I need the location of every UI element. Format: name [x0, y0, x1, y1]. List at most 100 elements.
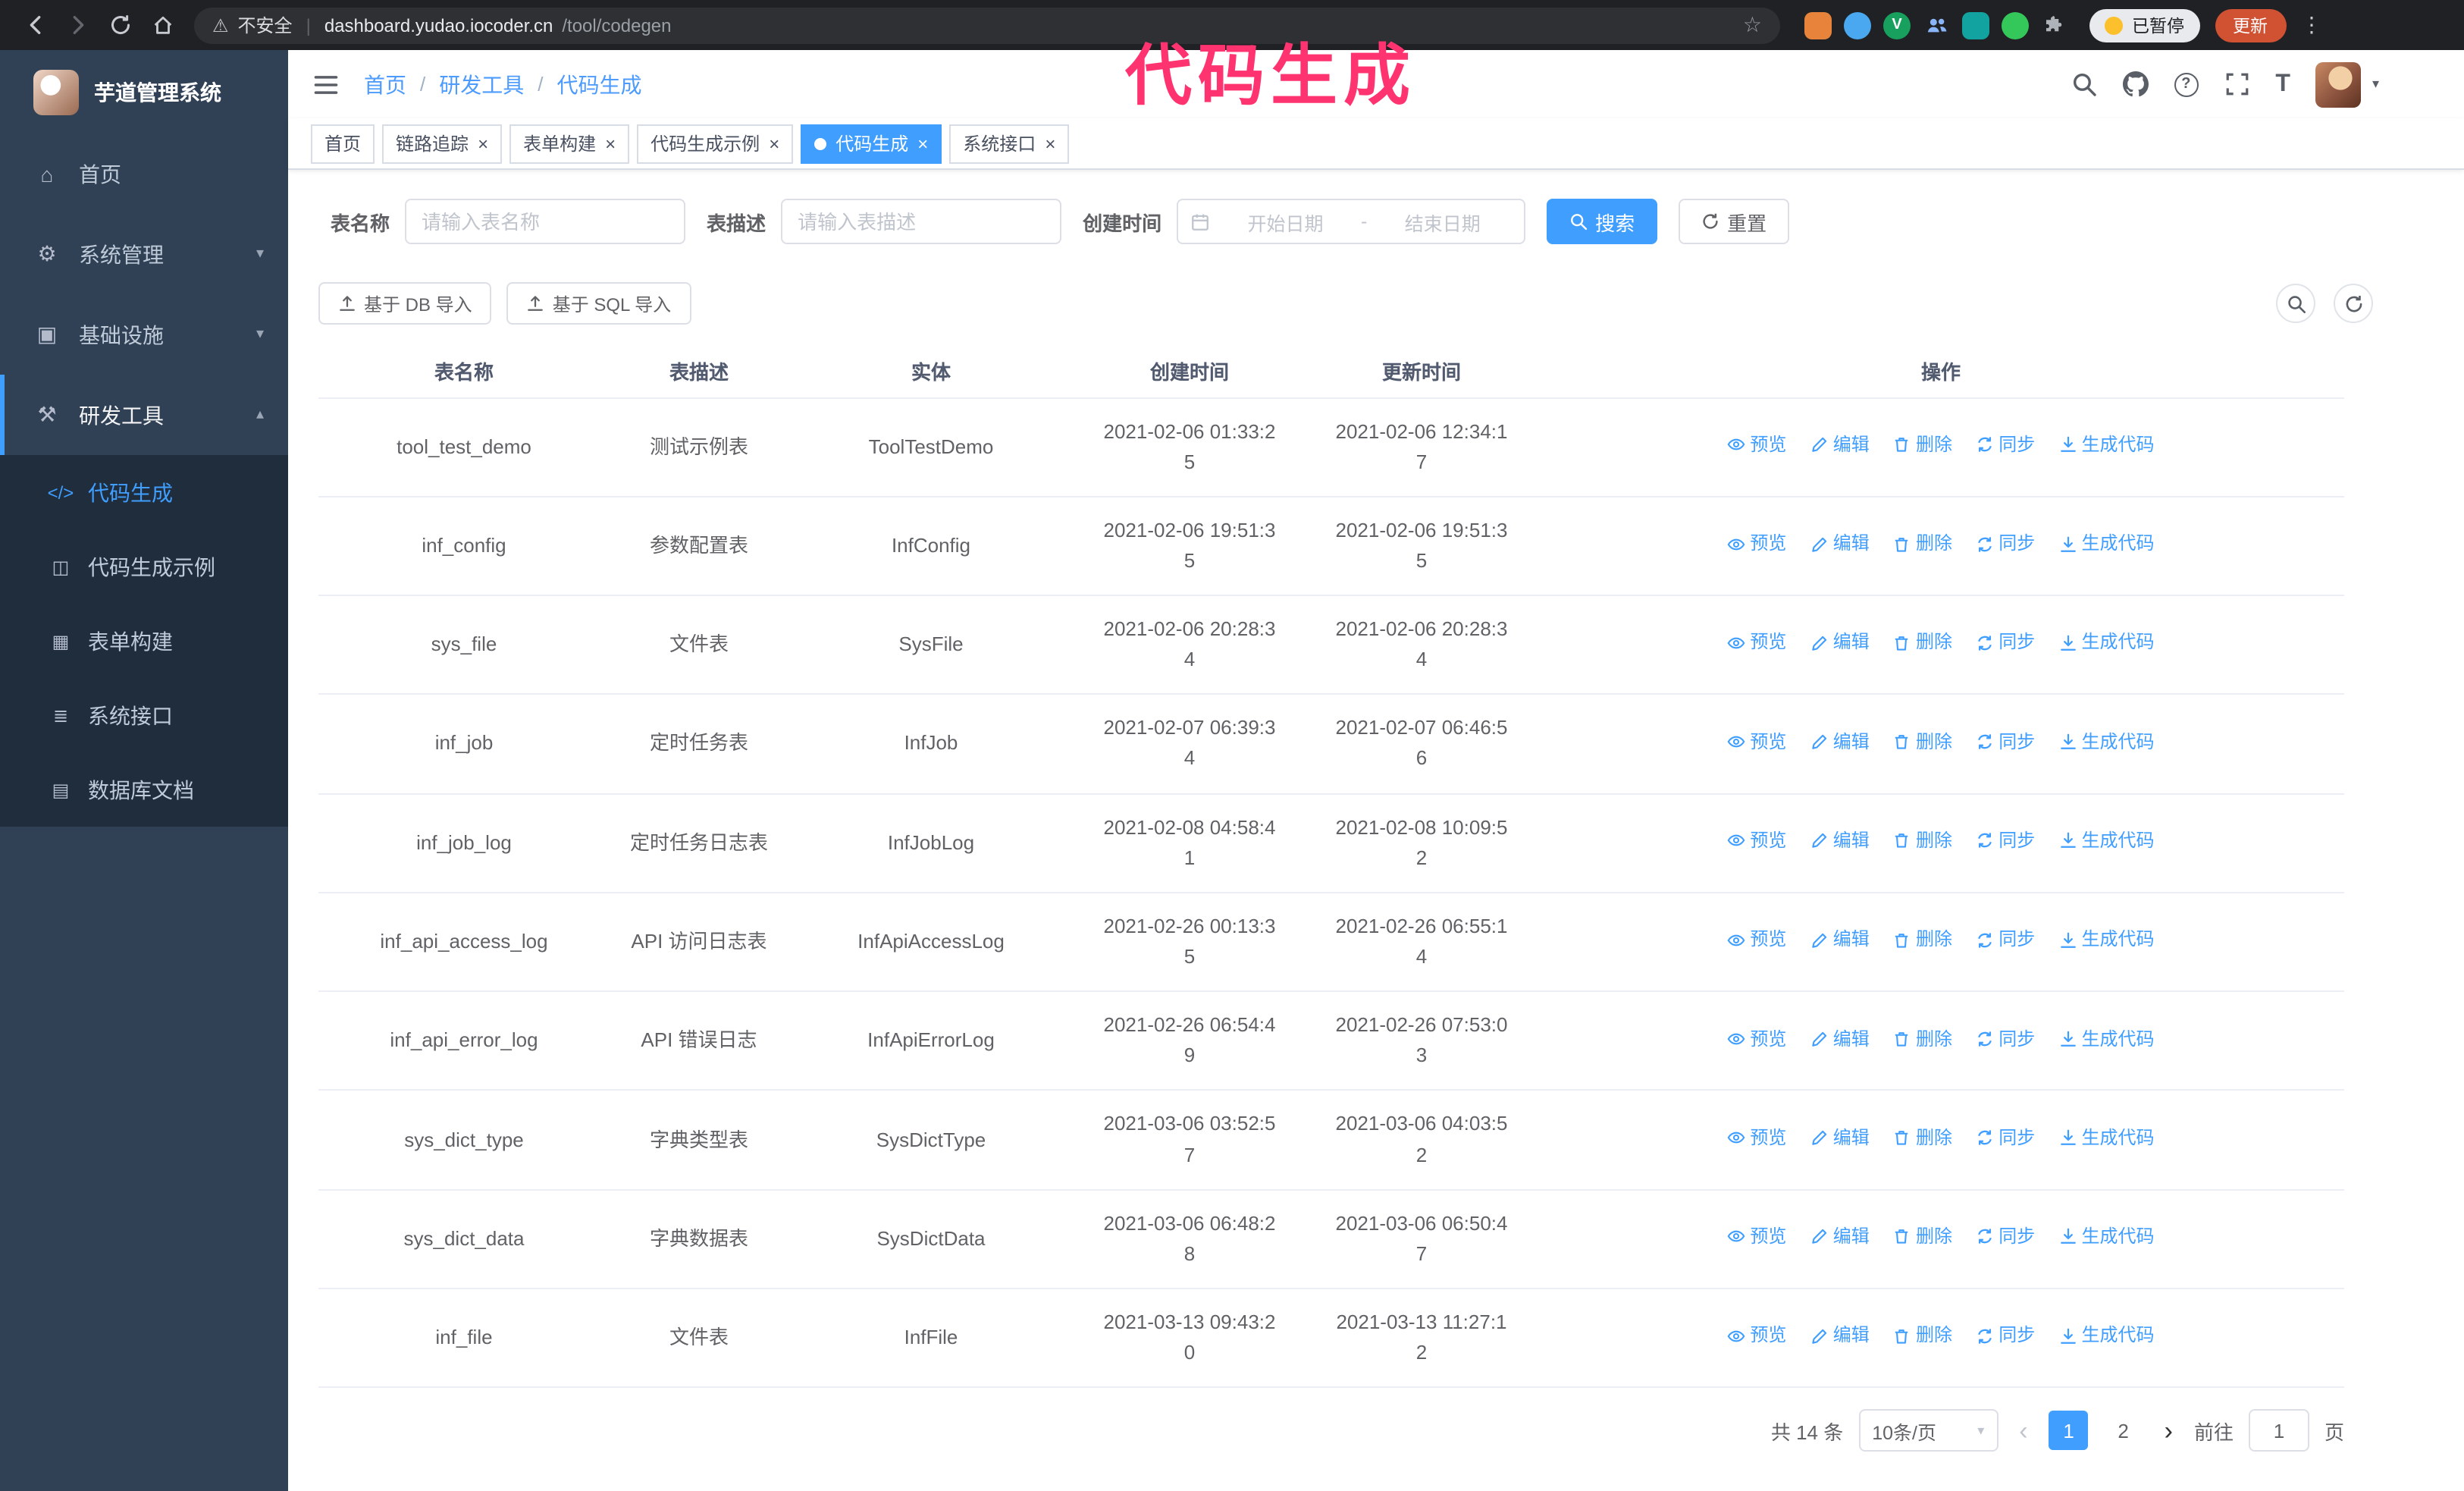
edit-link[interactable]: 编辑: [1810, 629, 1870, 657]
edit-link[interactable]: 编辑: [1810, 431, 1870, 459]
tab-home[interactable]: 首页: [311, 124, 375, 163]
sidebar-item-home[interactable]: ⌂ 首页: [0, 133, 288, 214]
create-time-range-picker[interactable]: 开始日期 - 结束日期: [1177, 199, 1526, 244]
paused-badge[interactable]: 已暂停: [2089, 8, 2199, 42]
generate-code-link[interactable]: 生成代码: [2059, 827, 2155, 855]
preview-link[interactable]: 预览: [1727, 1322, 1786, 1350]
generate-code-link[interactable]: 生成代码: [2059, 629, 2155, 657]
sync-link[interactable]: 同步: [1976, 529, 2035, 557]
extension-icon-blue[interactable]: [1844, 11, 1871, 39]
browser-update-button[interactable]: 更新: [2215, 8, 2286, 42]
sync-link[interactable]: 同步: [1976, 728, 2035, 756]
extension-icon-leaf[interactable]: [2002, 11, 2029, 39]
sidebar-item-codegen-example[interactable]: ◫ 代码生成示例: [0, 529, 288, 604]
bookmark-star-icon[interactable]: ☆: [1743, 12, 1762, 38]
search-icon[interactable]: [2071, 71, 2096, 97]
preview-link[interactable]: 预览: [1727, 1223, 1786, 1251]
extension-icon-green-v[interactable]: V: [1883, 11, 1911, 39]
delete-link[interactable]: 删除: [1893, 827, 1952, 855]
breadcrumb-home[interactable]: 首页: [364, 69, 406, 99]
sidebar-item-system-api[interactable]: ≣ 系统接口: [0, 678, 288, 752]
tab-form-builder[interactable]: 表单构建 ×: [509, 124, 630, 163]
tab-codegen-example[interactable]: 代码生成示例 ×: [637, 124, 794, 163]
generate-code-link[interactable]: 生成代码: [2059, 926, 2155, 954]
font-size-icon[interactable]: T: [2275, 71, 2290, 96]
sync-link[interactable]: 同步: [1976, 926, 2035, 954]
tab-codegen[interactable]: 代码生成 ×: [801, 124, 942, 163]
preview-link[interactable]: 预览: [1727, 529, 1786, 557]
edit-link[interactable]: 编辑: [1810, 1322, 1870, 1350]
sidebar-item-infrastructure[interactable]: ▣ 基础设施 ▾: [0, 294, 288, 375]
close-icon[interactable]: ×: [917, 134, 928, 152]
delete-link[interactable]: 删除: [1893, 1223, 1952, 1251]
preview-link[interactable]: 预览: [1727, 926, 1786, 954]
delete-link[interactable]: 删除: [1893, 1025, 1952, 1053]
refresh-table-button[interactable]: [2334, 284, 2373, 323]
tab-system-api[interactable]: 系统接口 ×: [949, 124, 1070, 163]
sync-link[interactable]: 同步: [1976, 1322, 2035, 1350]
preview-link[interactable]: 预览: [1727, 1124, 1786, 1152]
edit-link[interactable]: 编辑: [1810, 1025, 1870, 1053]
extensions-puzzle-icon[interactable]: [2041, 11, 2068, 39]
delete-link[interactable]: 删除: [1893, 926, 1952, 954]
help-icon[interactable]: ?: [2174, 72, 2199, 96]
extension-icon-teal[interactable]: [1962, 11, 1989, 39]
close-icon[interactable]: ×: [605, 134, 616, 152]
edit-link[interactable]: 编辑: [1810, 827, 1870, 855]
import-db-button[interactable]: 基于 DB 导入: [318, 282, 492, 325]
generate-code-link[interactable]: 生成代码: [2059, 431, 2155, 459]
sidebar-item-form-builder[interactable]: ▦ 表单构建: [0, 604, 288, 678]
avatar[interactable]: [2315, 61, 2362, 107]
delete-link[interactable]: 删除: [1893, 431, 1952, 459]
sidebar-item-codegen[interactable]: </> 代码生成: [0, 455, 288, 529]
back-icon[interactable]: [15, 5, 55, 45]
breadcrumb-dev-tools[interactable]: 研发工具: [439, 69, 524, 99]
extension-icon-people[interactable]: [1923, 11, 1950, 39]
sync-link[interactable]: 同步: [1976, 1025, 2035, 1053]
table-desc-input[interactable]: [781, 199, 1062, 244]
sync-link[interactable]: 同步: [1976, 431, 2035, 459]
github-icon[interactable]: [2122, 71, 2148, 97]
sync-link[interactable]: 同步: [1976, 827, 2035, 855]
goto-page-input[interactable]: [2248, 1409, 2309, 1452]
delete-link[interactable]: 删除: [1893, 1124, 1952, 1152]
search-button[interactable]: 搜索: [1547, 199, 1658, 244]
preview-link[interactable]: 预览: [1727, 1025, 1786, 1053]
forward-icon[interactable]: [58, 5, 97, 45]
next-page-button[interactable]: ›: [2158, 1418, 2179, 1444]
delete-link[interactable]: 删除: [1893, 629, 1952, 657]
preview-link[interactable]: 预览: [1727, 431, 1786, 459]
browser-menu-icon[interactable]: ⋮: [2301, 12, 2322, 38]
close-icon[interactable]: ×: [478, 134, 488, 152]
table-name-input[interactable]: [405, 199, 686, 244]
preview-link[interactable]: 预览: [1727, 827, 1786, 855]
close-icon[interactable]: ×: [769, 134, 779, 152]
import-sql-button[interactable]: 基于 SQL 导入: [506, 282, 691, 325]
generate-code-link[interactable]: 生成代码: [2059, 1223, 2155, 1251]
reload-icon[interactable]: [100, 5, 140, 45]
toggle-search-button[interactable]: [2276, 284, 2315, 323]
delete-link[interactable]: 删除: [1893, 529, 1952, 557]
edit-link[interactable]: 编辑: [1810, 926, 1870, 954]
reset-button[interactable]: 重置: [1679, 199, 1790, 244]
address-bar[interactable]: ⚠ 不安全 | dashboard.yudao.iocoder.cn/tool/…: [194, 7, 1780, 43]
edit-link[interactable]: 编辑: [1810, 1223, 1870, 1251]
preview-link[interactable]: 预览: [1727, 728, 1786, 756]
generate-code-link[interactable]: 生成代码: [2059, 728, 2155, 756]
sidebar-item-db-docs[interactable]: ▤ 数据库文档: [0, 752, 288, 827]
edit-link[interactable]: 编辑: [1810, 1124, 1870, 1152]
home-icon[interactable]: [143, 5, 182, 45]
sidebar-item-dev-tools[interactable]: ⚒ 研发工具 ▴: [0, 375, 288, 455]
extension-icon-orange[interactable]: [1804, 11, 1832, 39]
close-icon[interactable]: ×: [1045, 134, 1055, 152]
page-2-button[interactable]: 2: [2104, 1411, 2143, 1451]
prev-page-button[interactable]: ‹: [2013, 1418, 2033, 1444]
delete-link[interactable]: 删除: [1893, 728, 1952, 756]
page-1-button[interactable]: 1: [2049, 1411, 2089, 1451]
delete-link[interactable]: 删除: [1893, 1322, 1952, 1350]
fullscreen-icon[interactable]: [2224, 71, 2249, 97]
edit-link[interactable]: 编辑: [1810, 728, 1870, 756]
hamburger-icon[interactable]: [312, 71, 340, 98]
generate-code-link[interactable]: 生成代码: [2059, 1025, 2155, 1053]
generate-code-link[interactable]: 生成代码: [2059, 529, 2155, 557]
